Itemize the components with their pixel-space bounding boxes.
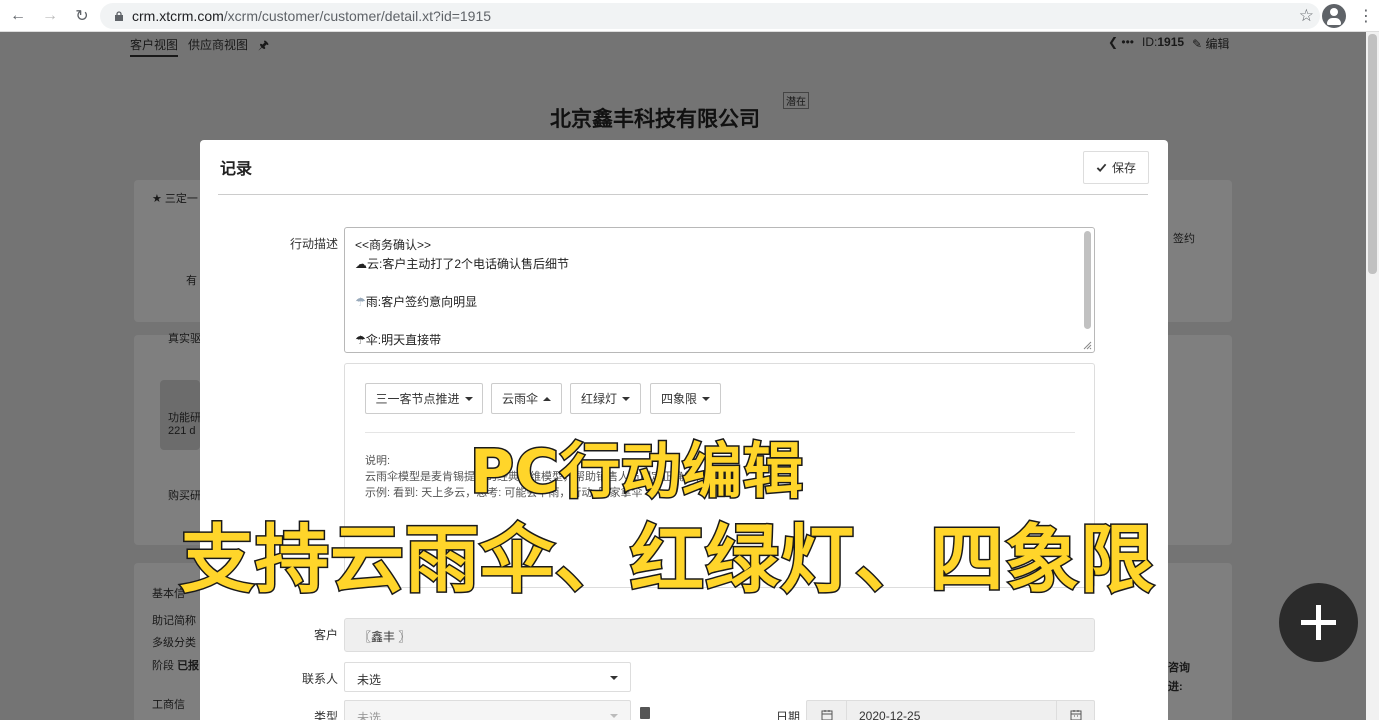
page-scrollbar-thumb[interactable] (1368, 34, 1377, 274)
contact-select[interactable]: 未选 (344, 662, 631, 692)
modal-divider (218, 194, 1148, 195)
traffic-light-dropdown[interactable]: 红绿灯 (570, 383, 641, 414)
desc-line: ☁云:客户主动打了2个电话确认售后细节 (355, 257, 570, 271)
check-icon (1096, 163, 1107, 173)
date-value: 2020-12-25 (859, 709, 921, 720)
cloud-rain-umbrella-dropdown[interactable]: 云雨伞 (491, 383, 562, 414)
caret-down-icon (622, 396, 630, 401)
type-label: 类型 (313, 710, 338, 720)
caret-down-icon (702, 396, 710, 401)
date-label: 日期 (775, 710, 800, 720)
textarea-scrollbar[interactable] (1084, 231, 1091, 329)
resize-grip-icon[interactable] (1083, 341, 1092, 350)
contact-label: 联系人 (301, 672, 338, 686)
calendar-icon[interactable] (807, 701, 847, 720)
customer-field: 〖鑫丰 〗 (344, 618, 1095, 652)
save-label: 保存 (1111, 161, 1136, 175)
forward-arrow-icon[interactable]: → (34, 0, 66, 32)
url-path: /xcrm/customer/customer/detail.xt?id=191… (223, 8, 492, 24)
menu-kebab-icon[interactable]: ⋮ (1358, 6, 1374, 26)
caret-up-icon (543, 396, 551, 401)
lock-icon (115, 11, 123, 21)
caption-subtitle: 支持云雨伞、红绿灯、四象限 (179, 516, 1156, 605)
save-button[interactable]: 保存 (1083, 151, 1149, 184)
cloud-icon: ☁ (355, 257, 367, 271)
customer-label: 客户 (313, 628, 338, 642)
url-host: crm.xtcrm.com (132, 8, 224, 24)
desc-line: ☂伞:明天直接带 (355, 333, 442, 347)
calendar-grid-icon[interactable] (1056, 701, 1094, 720)
reload-icon[interactable]: ↻ (66, 0, 98, 32)
browser-toolbar: ← → ↻ crm.xtcrm.com/xcrm/customer/custom… (0, 0, 1379, 32)
profile-avatar-icon[interactable] (1322, 4, 1346, 28)
action-description-textarea[interactable]: <<商务确认>> ☁云:客户主动打了2个电话确认售后细节 ☂雨:客户签约意向明显… (344, 227, 1095, 353)
caret-down-icon (610, 676, 618, 680)
caret-down-icon (610, 714, 618, 718)
rain-icon: ☂ (355, 295, 366, 309)
desc-line: <<商务确认>> (355, 238, 432, 252)
type-select[interactable]: 未选 (344, 700, 631, 720)
desc-line-blank (355, 274, 1084, 293)
book-icon[interactable] (640, 707, 650, 719)
date-field[interactable]: 2020-12-25 (806, 700, 1095, 720)
node-advance-dropdown[interactable]: 三一客节点推进 (365, 383, 483, 414)
desc-line-blank (355, 312, 1084, 331)
four-quadrant-dropdown[interactable]: 四象限 (650, 383, 721, 414)
desc-line: ☂雨:客户签约意向明显 (355, 295, 478, 309)
desc-label: 行动描述 (289, 237, 338, 251)
bookmark-star-icon[interactable]: ☆ (1299, 6, 1314, 26)
modal-title: 记录 (220, 161, 253, 178)
add-fab-button[interactable] (1279, 583, 1358, 662)
caption-title: PC行动编辑 (469, 436, 805, 509)
address-bar[interactable]: crm.xtcrm.com/xcrm/customer/customer/det… (100, 3, 1320, 29)
caret-down-icon (464, 396, 473, 401)
umbrella-icon: ☂ (355, 333, 366, 347)
back-arrow-icon[interactable]: ← (2, 0, 34, 32)
